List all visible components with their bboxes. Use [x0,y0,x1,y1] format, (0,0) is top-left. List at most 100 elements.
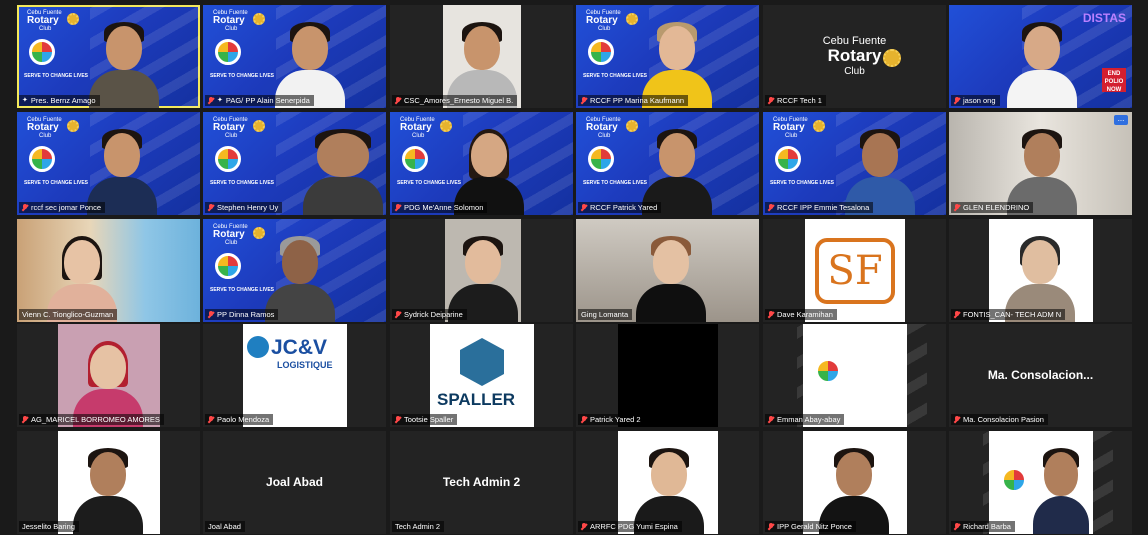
sf-logo: SF [805,219,905,322]
participant-name: Joal Abad [205,521,245,532]
mic-muted-icon [581,204,587,211]
tagline: SERVE TO CHANGE LIVES [583,73,647,79]
video-tile[interactable]: Cebu Fuente Rotary Club SERVE TO CHANGE LI… [576,112,759,215]
globe-icon [215,253,241,279]
participant-name: RCCF Tech 1 [765,95,826,106]
globe-icon [215,39,241,65]
tagline: SERVE TO CHANGE LIVES [210,73,274,79]
club-logo: Cebu Fuente Rotary Club [822,35,887,77]
participant-display-name: Tech Admin 2 [442,475,521,489]
mic-muted-icon [768,204,774,211]
spaller-logo-text: SPALLER [437,390,516,409]
globe-icon [29,146,55,172]
video-tile[interactable]: Cebu Fuente Rotary Club SERVE TO CHANGE LI… [203,112,386,215]
participant-display-name: Joal Abad [266,475,323,489]
video-tile[interactable]: Joal Abad Joal Abad [203,431,386,534]
video-tile[interactable]: AG_MARICEL BORROMEO AMORES [17,324,200,427]
mic-muted-icon [395,97,401,104]
video-tile[interactable]: Vienn C. Tionglico-Guzman [17,219,200,322]
mic-muted-icon [22,204,28,211]
tagline: SERVE TO CHANGE LIVES [770,180,834,186]
rotary-logo: Cebu FuenteRotaryClub [27,117,62,139]
rotary-wheel-icon [626,13,638,25]
rotary-logo: Cebu FuenteRotaryClub [27,10,62,32]
video-tile[interactable]: CSC_Amores_Ernesto Miguel B. [390,5,573,108]
rotary-logo: Cebu FuenteRotaryClub [586,10,621,32]
video-tile[interactable]: Cebu Fuente Rotary Club RCCF Tech 1 [763,5,946,108]
jcv-logo-text: JC&V [271,336,328,359]
video-tile[interactable]: JC&V LOGISTIQUE Paolo Mendoza [203,324,386,427]
globe-icon [588,146,614,172]
participant-name: Ging Lomanta [578,309,633,320]
mic-muted-icon [768,416,774,423]
distas-logo: DISTAS [1082,11,1126,25]
participant-name: GLEN ELENDRINO [951,202,1034,213]
participant-name: ✦ PAG/ PP Alain Senerpida [205,95,314,106]
video-tile[interactable]: Cebu Fuente Rotary Club SERVE TO CHANGE LI… [17,112,200,215]
participant-display-name: Ma. Consolacion... [987,368,1094,382]
participant-video [303,129,383,215]
participant-avatar [73,448,143,534]
participant-name: Emman Abay-abay [765,414,845,425]
rotary-logo: Cebu FuenteRotaryClub [400,117,435,139]
globe-icon [775,146,801,172]
video-tile[interactable]: Sydrick Deiparine [390,219,573,322]
video-tile[interactable]: Ging Lomanta [576,219,759,322]
rotary-logo: Cebu FuenteRotaryClub [773,117,808,139]
video-tile[interactable]: FONTIS_CAN- TECH ADM N [949,219,1132,322]
rotary-logo: Cebu FuenteRotaryClub [586,117,621,139]
participant-video [618,324,718,427]
video-tile[interactable]: Cebu Fuente Rotary Club SERVE TO CHANGE LI… [763,112,946,215]
participant-name: PP Dinna Ramos [205,309,279,320]
video-tile[interactable]: Cebu Fuente Rotary Club SERVE TO CHANGE LI… [17,5,200,108]
video-tile[interactable]: Cebu Fuente Rotary Club SERVE TO CHANGE LI… [763,324,946,427]
globe-icon [215,146,241,172]
rotary-wheel-icon [253,227,265,239]
participant-name: Jesselito Baring [19,521,79,532]
mic-muted-icon [954,97,960,104]
globe-icon [247,336,269,358]
video-tile[interactable]: Cebu Fuente Rotary Club SERVE TO CHANGE LI… [576,5,759,108]
mic-muted-icon [581,416,587,423]
video-tile[interactable]: Cebu Fuente Rotary Club SERVE TO CHANGE LI… [203,5,386,108]
tagline: SERVE TO CHANGE LIVES [583,180,647,186]
video-tile[interactable]: Jesselito Baring [17,431,200,534]
participant-name: Ma. Consolacion Pasion [951,414,1048,425]
rotary-wheel-icon [67,13,79,25]
tagline: SERVE TO CHANGE LIVES [811,392,875,398]
video-tile[interactable]: Cebu Fuente Rotary Club SERVE TO CHANGE LI… [203,219,386,322]
mic-muted-icon [208,204,214,211]
mic-muted-icon [395,416,401,423]
video-tile[interactable]: DISTAS END POLIO NOW jason ong [949,5,1132,108]
end-polio-badge: END POLIO NOW [1102,68,1126,93]
more-options-icon[interactable]: ... [1114,115,1128,125]
video-tile[interactable]: Patrick Yared 2 [576,324,759,427]
participant-name: Patrick Yared 2 [578,414,645,425]
mic-muted-icon [395,311,401,318]
participant-name: CSC_Amores_Ernesto Miguel B. [392,95,518,106]
mic-muted-icon [768,311,774,318]
mic-muted-icon [208,311,214,318]
video-tile[interactable]: Ma. Consolacion... Ma. Consolacion Pasio… [949,324,1132,427]
video-tile[interactable]: ARRFC PDG Yumi Espina [576,431,759,534]
video-tile[interactable]: Cebu Fuente Rotary Club SERVE TO CHANGE LI… [390,112,573,215]
participant-name: IPP Gerald Nitz Ponce [765,521,856,532]
rotary-logo: Cebu FuenteRotaryClub [213,117,248,139]
rotary-logo: Cebu FuenteRotaryClub [213,224,248,246]
mic-muted-icon [22,416,28,423]
participant-name: Stephen Henry Uy [205,202,283,213]
video-tile[interactable]: SF Dave Karamihan [763,219,946,322]
globe-icon [815,358,841,384]
mic-muted-icon [581,97,587,104]
video-tile[interactable]: Tech Admin 2 Tech Admin 2 [390,431,573,534]
mic-muted-icon [768,97,774,104]
participant-name: jason ong [951,95,1000,106]
video-tile[interactable]: Cebu FuenteRotaryClub Richard Barba [949,431,1132,534]
mic-muted-icon [954,523,960,530]
video-tile[interactable]: ... GLEN ELENDRINO [949,112,1132,215]
participant-name: AG_MARICEL BORROMEO AMORES [19,414,164,425]
video-tile[interactable]: IPP Gerald Nitz Ponce [763,431,946,534]
video-tile[interactable]: SPALLER Tootsie Spaller [390,324,573,427]
rotary-wheel-icon [883,49,901,67]
pin-icon: ✦ [217,97,223,104]
